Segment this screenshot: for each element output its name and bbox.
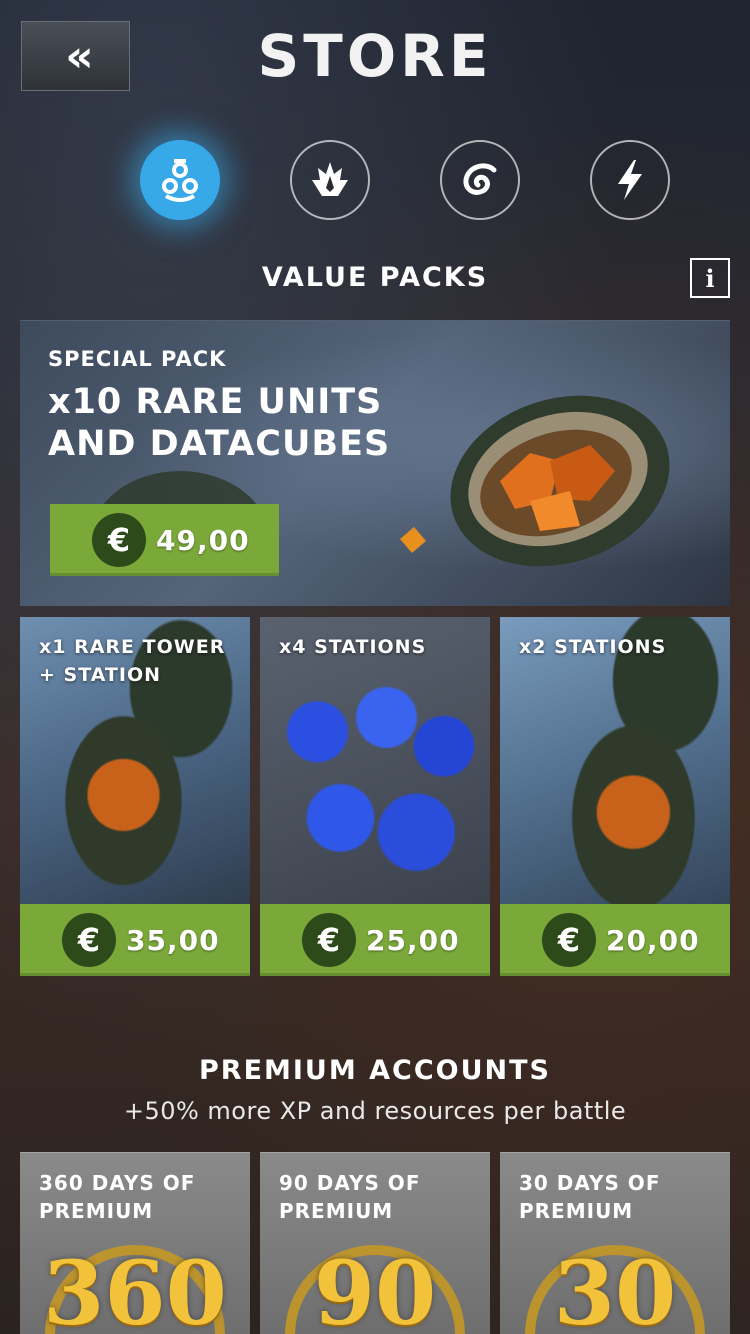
premium-label: 360 DAYS OF PREMIUM <box>39 1171 196 1223</box>
premium-card-90[interactable]: 90 DAYS OF PREMIUM 90 <box>260 1152 490 1334</box>
pack-price-button[interactable]: € 20,00 <box>500 904 730 976</box>
premium-badge: 90 <box>313 1241 437 1334</box>
pack-price-button[interactable]: € 25,00 <box>260 904 490 976</box>
category-tabs <box>0 140 750 220</box>
special-pack-card[interactable]: SPECIAL PACK x10 RARE UNITS AND DATACUBE… <box>20 320 730 606</box>
premium-badge: 30 <box>553 1241 677 1334</box>
swirl-icon <box>463 163 497 195</box>
premium-label: 30 DAYS OF PREMIUM <box>519 1171 661 1223</box>
helmet-crystals-image <box>400 395 670 567</box>
premium-heading: PREMIUM ACCOUNTS <box>199 1055 551 1086</box>
euro-icon: € <box>542 913 596 967</box>
premium-badge: 360 <box>43 1241 227 1334</box>
page-title: STORE <box>257 22 493 90</box>
special-pack-headline: x10 RARE UNITS AND DATACUBES <box>48 382 391 464</box>
flame-icon <box>312 162 348 196</box>
pack-card-rare-tower[interactable]: x1 RARE TOWER + STATION € 35,00 <box>20 617 250 976</box>
price-amount: 25,00 <box>366 923 460 957</box>
euro-icon: € <box>302 913 356 967</box>
price-amount: 49,00 <box>156 523 250 557</box>
premium-card-30[interactable]: 30 DAYS OF PREMIUM 30 <box>500 1152 730 1334</box>
value-packs-heading: VALUE PACKS <box>261 262 489 293</box>
pack-label: x2 STATIONS <box>519 636 667 658</box>
pack-card-four-stations[interactable]: x4 STATIONS € 25,00 <box>260 617 490 976</box>
nuclear-icon <box>162 159 198 202</box>
special-pack-price-button[interactable]: € 49,00 <box>50 504 279 576</box>
price-amount: 35,00 <box>126 923 220 957</box>
lightning-icon <box>618 160 642 200</box>
price-amount: 20,00 <box>606 923 700 957</box>
premium-card-360[interactable]: 360 DAYS OF PREMIUM 360 <box>20 1152 250 1334</box>
tab-boosts[interactable] <box>590 140 670 220</box>
info-button[interactable]: i <box>690 258 730 298</box>
pack-price-button[interactable]: € 35,00 <box>20 904 250 976</box>
euro-icon: € <box>92 513 146 567</box>
tab-resources[interactable] <box>440 140 520 220</box>
pack-card-two-stations[interactable]: x2 STATIONS € 20,00 <box>500 617 730 976</box>
pack-label: x1 RARE TOWER + STATION <box>39 636 226 686</box>
info-icon: i <box>705 263 715 293</box>
pack-label: x4 STATIONS <box>279 636 427 658</box>
euro-icon: € <box>62 913 116 967</box>
tab-units[interactable] <box>290 140 370 220</box>
premium-label: 90 DAYS OF PREMIUM <box>279 1171 421 1223</box>
special-pack-kicker: SPECIAL PACK <box>48 347 227 371</box>
tab-value-packs[interactable] <box>140 140 220 220</box>
premium-subtitle: +50% more XP and resources per battle <box>123 1097 627 1125</box>
